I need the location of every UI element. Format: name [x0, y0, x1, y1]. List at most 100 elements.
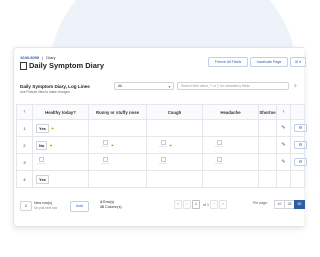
empty-field-icon[interactable]	[101, 157, 109, 164]
new-rows-label: New row(s)	[34, 201, 53, 205]
filter-value: All	[118, 84, 122, 88]
page-title-text: Daily Symptom Diary	[29, 61, 105, 70]
per-page-option-selected[interactable]: 50	[294, 200, 305, 209]
breadcrumb-diary[interactable]: Diary	[46, 55, 55, 60]
empty-field-icon[interactable]	[215, 140, 223, 147]
row-gear-button[interactable]: ⚙	[294, 141, 307, 149]
row-action-cell[interactable]	[290, 170, 305, 188]
breadcrumb: 1049-8095 | Diary	[20, 55, 56, 60]
edit-icon[interactable]: ✎	[277, 125, 290, 131]
table-header-row: ‹ Healthy today? Runny or stuffy nose Co…	[16, 104, 305, 120]
header-runny-nose: Runny or stuffy nose	[88, 104, 147, 120]
last-page-button[interactable]: »	[219, 200, 227, 209]
chevron-left-icon[interactable]: ‹	[17, 109, 32, 115]
next-page-button[interactable]: ›	[210, 200, 218, 209]
search-icon[interactable]: ⌕	[294, 83, 297, 89]
new-rows-count-input[interactable]: 1	[20, 201, 32, 211]
cough-cell[interactable]	[146, 119, 203, 137]
row-action-cell[interactable]: ⚙	[290, 136, 307, 154]
columns-count: 10 Column(s)	[100, 205, 122, 209]
table-row: 1 Yes ⚑ ✎ ⚙	[16, 119, 307, 137]
log-lines-title: Daily Symptom Diary, Log Lines	[20, 84, 90, 89]
header-headache: Headache	[202, 104, 259, 120]
runny-nose-cell[interactable]: ⚑	[88, 136, 147, 154]
row-gear-button[interactable]: ⚙	[294, 124, 307, 132]
edit-cell[interactable]: ✎	[276, 119, 291, 137]
search-input[interactable]: Search field value, '!' or '|' for manda…	[177, 82, 289, 90]
runny-nose-cell[interactable]	[88, 153, 147, 171]
edit-cell[interactable]: ✎	[276, 136, 291, 154]
cough-cell[interactable]	[146, 153, 203, 171]
row-number: 1	[16, 119, 33, 137]
empty-field-icon[interactable]	[159, 157, 167, 164]
shortness-cell[interactable]	[258, 153, 277, 171]
row-number: 3	[16, 153, 33, 171]
add-rows-button[interactable]: Add	[70, 201, 89, 212]
empty-field-icon[interactable]	[159, 140, 167, 147]
shortness-cell[interactable]	[258, 136, 277, 154]
breadcrumb-separator: |	[42, 55, 44, 60]
document-icon	[20, 61, 27, 70]
page-of-label: of 1	[203, 202, 209, 207]
inactivate-page-button[interactable]: Inactivate Page	[250, 57, 288, 67]
prev-page-button[interactable]: ‹	[183, 200, 191, 209]
empty-field-icon[interactable]	[101, 140, 109, 147]
row-number: 4	[16, 170, 33, 188]
flag-icon: ⚑	[169, 144, 173, 148]
healthy-value[interactable]: No	[36, 140, 48, 150]
rows-count-value: 4	[100, 200, 102, 204]
header-cough: Cough	[146, 104, 203, 120]
per-page-label: Per page:	[253, 201, 268, 205]
first-page-button[interactable]: «	[174, 200, 182, 209]
flag-icon: ⚑	[111, 144, 115, 148]
table-row: 4 Yes	[16, 170, 305, 188]
new-rows-position[interactable]: On pos next row	[34, 206, 57, 210]
healthy-value[interactable]: Yes	[36, 123, 49, 133]
cough-cell[interactable]: ⚑	[146, 136, 203, 154]
columns-count-label: Column(s)	[105, 205, 122, 209]
header-next-nav[interactable]: ›	[276, 104, 291, 120]
rows-count-label: Row(s)	[103, 200, 115, 204]
table-row: 2 No ⚑ ⚑ ⚑ ✎ ⚙	[16, 136, 307, 154]
gear-menu-button[interactable]: ⚙ ▾	[290, 57, 306, 67]
shortness-cell[interactable]	[258, 119, 277, 137]
portrait-view-note: Use Portrait View to make changes	[20, 90, 70, 94]
current-page-input[interactable]: 1	[192, 200, 200, 209]
healthy-cell[interactable]: No ⚑	[32, 136, 89, 154]
edit-cell[interactable]: ✎	[276, 153, 291, 171]
runny-nose-cell[interactable]	[88, 119, 147, 137]
pagination: « ‹ 1 of 1 › »	[174, 200, 227, 209]
runny-nose-cell[interactable]	[88, 170, 147, 188]
page-title: Daily Symptom Diary	[20, 61, 104, 70]
empty-field-icon[interactable]	[37, 157, 45, 164]
header-healthy-today: Healthy today?	[32, 104, 89, 120]
flag-icon: ⚑	[49, 143, 53, 148]
table-row: 3 ✎ ⚙	[16, 153, 307, 171]
edit-cell[interactable]	[276, 170, 291, 188]
headache-cell[interactable]	[202, 119, 259, 137]
rows-count: 4 Row(s)	[100, 200, 114, 204]
header-prev-nav[interactable]: ‹	[16, 104, 33, 120]
headache-cell[interactable]	[202, 153, 259, 171]
filter-select[interactable]: All ▼	[114, 82, 174, 90]
edit-icon[interactable]: ✎	[277, 142, 290, 148]
healthy-value[interactable]: Yes	[36, 174, 49, 184]
diary-card: 1049-8095 | Diary Daily Symptom Diary Fr…	[13, 47, 307, 227]
headache-cell[interactable]	[202, 136, 259, 154]
healthy-cell[interactable]: Yes	[32, 170, 89, 188]
search-placeholder: Search field value, '!' or '|' for manda…	[181, 84, 250, 88]
cough-cell[interactable]	[146, 170, 203, 188]
freeze-all-fields-button[interactable]: Freeze All Fields	[208, 57, 248, 67]
healthy-cell[interactable]: Yes ⚑	[32, 119, 89, 137]
chevron-right-icon[interactable]: ›	[277, 109, 290, 115]
shortness-cell[interactable]	[258, 170, 277, 188]
columns-count-value: 10	[100, 205, 104, 209]
headache-cell[interactable]	[202, 170, 259, 188]
healthy-cell[interactable]	[32, 153, 89, 171]
row-gear-button[interactable]: ⚙	[294, 158, 307, 166]
empty-field-icon[interactable]	[215, 157, 223, 164]
row-action-cell[interactable]: ⚙	[290, 153, 307, 171]
subject-id-link[interactable]: 1049-8095	[20, 55, 39, 60]
row-action-cell[interactable]: ⚙	[290, 119, 307, 137]
edit-icon[interactable]: ✎	[277, 159, 290, 165]
